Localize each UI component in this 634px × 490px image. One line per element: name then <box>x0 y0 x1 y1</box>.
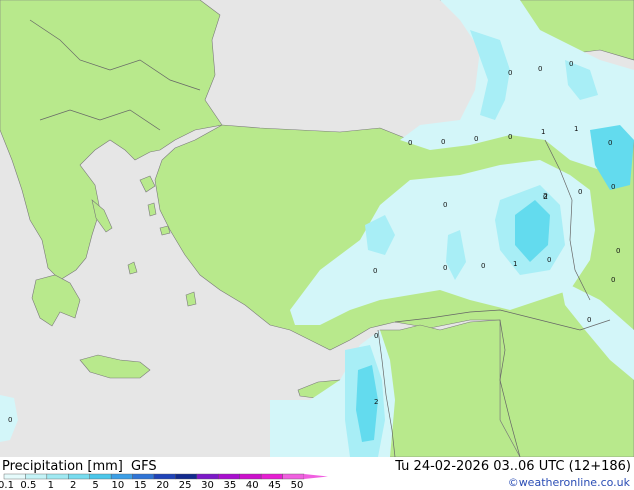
point-value: 1 <box>574 125 578 133</box>
scale-label: 1 <box>48 480 54 490</box>
scale-swatch <box>132 473 155 480</box>
scale-label: 5 <box>92 480 98 490</box>
samos <box>159 225 171 236</box>
scale-swatches <box>3 473 305 480</box>
scale-swatch <box>153 473 176 480</box>
scale-swatch <box>239 473 262 480</box>
point-value: 0 <box>608 139 612 147</box>
scale-swatch <box>89 473 112 480</box>
scale-label: 30 <box>201 480 214 490</box>
point-value: 0 <box>616 247 620 255</box>
point-value: 2 <box>374 398 378 406</box>
model-name: GFS <box>131 459 157 474</box>
legend-title-text: Precipitation [mm] <box>2 459 123 474</box>
scale-label: 15 <box>134 480 147 490</box>
point-value: 2 <box>543 192 548 201</box>
scale-swatch <box>110 473 133 480</box>
scale-swatch <box>196 473 219 480</box>
legend-title: Precipitation [mm] GFS <box>2 459 157 474</box>
scale-label: 20 <box>156 480 169 490</box>
scale-arrow <box>304 474 328 479</box>
point-value: 0 <box>8 416 12 424</box>
scale-label: 25 <box>179 480 192 490</box>
scale-label: 10 <box>112 480 125 490</box>
point-value: 0 <box>508 133 512 141</box>
scale-label: 2 <box>70 480 76 490</box>
scale-swatch <box>282 473 305 480</box>
scale-labels: 0.1 0.5 1 2 5 10 15 20 25 30 35 40 45 50 <box>0 480 303 490</box>
point-value: 0 <box>547 256 551 264</box>
point-value: 0 <box>474 135 478 143</box>
point-value: 0 <box>587 316 591 324</box>
point-value: 0 <box>611 276 615 284</box>
point-value: 0 <box>508 69 512 77</box>
scale-swatch <box>68 473 90 480</box>
point-value: 0 <box>578 188 582 196</box>
scale-swatch <box>46 473 69 480</box>
legend-bar: Precipitation [mm] GFS Tu 24-02-2026 03.… <box>0 457 634 490</box>
point-value: 1 <box>541 128 545 136</box>
scale-label: 0.5 <box>20 480 36 490</box>
point-value: 0 <box>611 183 615 191</box>
scale-label: 45 <box>268 480 281 490</box>
scale-label: 35 <box>223 480 236 490</box>
scale-swatch <box>3 473 26 480</box>
scale-swatch <box>260 473 283 480</box>
point-value: 0 <box>443 264 447 272</box>
point-value: 0 <box>374 332 378 340</box>
point-value: 0 <box>538 65 542 73</box>
point-value: 1 <box>513 260 517 268</box>
weather-map-panel: 0 0 0 0 0 0 0 1 1 0 0 0 0 0 2 0 0 0 0 1 … <box>0 0 634 490</box>
point-value: 0 <box>481 262 485 270</box>
color-scale: 0.1 0.5 1 2 5 10 15 20 25 30 35 40 45 50 <box>0 473 328 490</box>
point-value: 0 <box>408 139 412 147</box>
scale-swatch <box>175 473 198 480</box>
point-value: 0 <box>441 138 445 146</box>
credit-link[interactable]: ©weatheronline.co.uk <box>508 476 630 489</box>
precipitation-map: 0 0 0 0 0 0 0 1 1 0 0 0 0 0 2 0 0 0 0 1 … <box>0 0 634 457</box>
valid-time: Tu 24-02-2026 03..06 UTC (12+186) <box>395 459 631 474</box>
scale-swatch <box>218 473 240 480</box>
scale-label: 50 <box>291 480 304 490</box>
scale-label: 40 <box>246 480 259 490</box>
scale-swatch <box>25 473 48 480</box>
scale-label: 0.1 <box>0 480 14 490</box>
point-value: 0 <box>373 267 377 275</box>
point-value: 0 <box>443 201 447 209</box>
point-value: 0 <box>569 60 573 68</box>
